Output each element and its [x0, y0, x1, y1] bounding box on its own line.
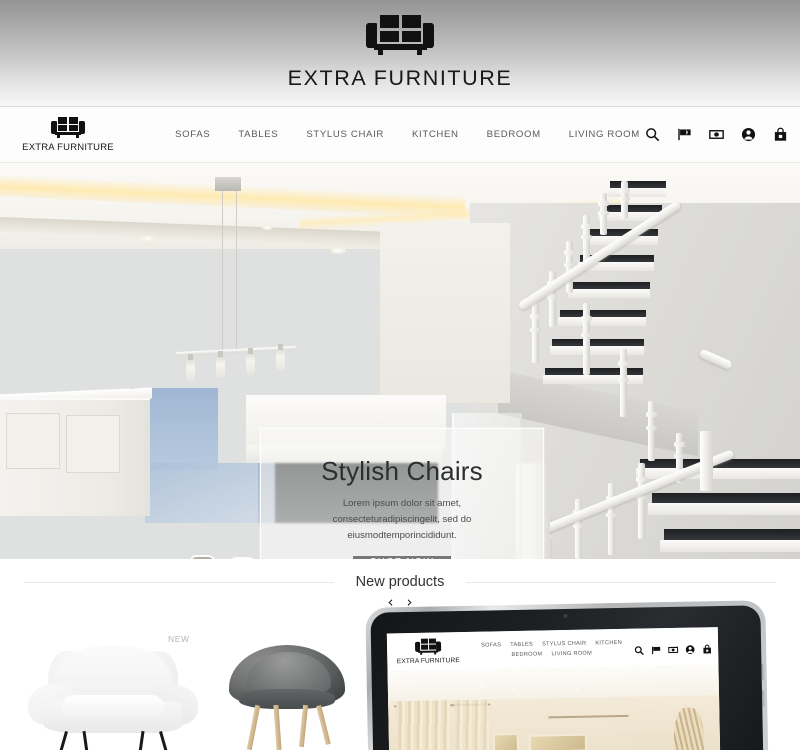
sofa-icon — [51, 116, 85, 138]
masthead-logo-group[interactable]: EXTRA FURNITURE — [288, 15, 513, 91]
navbar-menu: SOFAS TABLES STYLUS CHAIR KITCHEN BEDROO… — [130, 129, 645, 140]
preview-brand-label: EXTRA FURNITURE — [396, 657, 460, 666]
preview-icon-group — [634, 641, 718, 656]
preview-nav-item-kitchen[interactable]: KITCHEN — [595, 640, 622, 647]
page-root: EXTRA FURNITURE EXTRA FURNITURE SOFAS TA… — [0, 0, 800, 750]
preview-nav-item-bedroom[interactable]: BEDROOM — [511, 651, 542, 658]
status-badge: NEW — [168, 634, 190, 644]
preview-menu: SOFAS TABLES STYLUS CHAIR KITCHEN BEDROO… — [469, 640, 634, 659]
preview-nav-item-tables[interactable]: TABLES — [510, 642, 533, 648]
tablet-screen: EXTRA FURNITURE SOFAS TABLES STYLUS CHAI… — [386, 627, 721, 750]
sofa-icon — [366, 15, 434, 57]
nav-item-stylus-chair[interactable]: STYLUS CHAIR — [306, 129, 384, 140]
hero-subtitle: Lorem ipsum dolor sit amet, consectetura… — [332, 498, 472, 541]
nav-item-living-room[interactable]: LIVING ROOM — [569, 129, 640, 140]
preview-logo[interactable]: EXTRA FURNITURE — [387, 638, 469, 666]
product-card-white-armchair[interactable] — [28, 645, 198, 750]
section-title: New products — [355, 574, 445, 590]
navbar-icon-group — [645, 127, 800, 142]
hero-title: Stylish Chairs — [321, 456, 483, 486]
nav-item-kitchen[interactable]: KITCHEN — [412, 129, 459, 140]
brand-title: EXTRA FURNITURE — [287, 66, 513, 90]
new-products-header: New products — [0, 559, 800, 593]
divider-left — [23, 581, 334, 583]
camera-icon — [563, 613, 569, 620]
preview-hero-image — [387, 665, 721, 750]
nav-item-tables[interactable]: TABLES — [238, 129, 278, 140]
masthead: EXTRA FURNITURE — [0, 0, 800, 107]
product-card-grey-shell-chair[interactable] — [225, 645, 350, 750]
main-navbar: EXTRA FURNITURE SOFAS TABLES STYLUS CHAI… — [0, 107, 800, 163]
hero-banner: Stylish Chairs Lorem ipsum dolor sit ame… — [0, 163, 800, 559]
user-account-icon[interactable] — [685, 642, 695, 655]
nav-item-bedroom[interactable]: BEDROOM — [487, 129, 541, 140]
banknote-icon[interactable] — [668, 642, 679, 654]
navbar-brand-label: EXTRA FURNITURE — [22, 141, 114, 153]
search-icon[interactable] — [634, 643, 644, 656]
shopping-bag-icon[interactable] — [702, 641, 712, 654]
sofa-icon — [414, 638, 442, 655]
preview-nav-item-sofas[interactable]: SOFAS — [481, 642, 501, 648]
divider-right — [466, 581, 777, 583]
user-account-icon[interactable] — [741, 127, 756, 142]
shopping-bag-icon[interactable] — [773, 127, 788, 142]
tablet-device-mockup: EXTRA FURNITURE SOFAS TABLES STYLUS CHAI… — [365, 600, 769, 750]
nav-item-sofas[interactable]: SOFAS — [175, 129, 210, 140]
preview-nav-item-living-room[interactable]: LIVING ROOM — [551, 651, 592, 658]
preview-nav-item-stylus-chair[interactable]: STYLUS CHAIR — [542, 641, 586, 648]
search-icon[interactable] — [645, 127, 660, 142]
preview-navbar: EXTRA FURNITURE SOFAS TABLES STYLUS CHAI… — [386, 627, 719, 672]
navbar-logo[interactable]: EXTRA FURNITURE — [0, 116, 130, 153]
power-button[interactable] — [761, 690, 766, 707]
banknote-icon[interactable] — [709, 127, 724, 142]
volume-button[interactable] — [761, 664, 765, 681]
flag-icon[interactable] — [677, 127, 692, 142]
flag-icon[interactable] — [651, 642, 661, 655]
hero-overlay-card: Stylish Chairs Lorem ipsum dolor sit ame… — [260, 428, 544, 559]
